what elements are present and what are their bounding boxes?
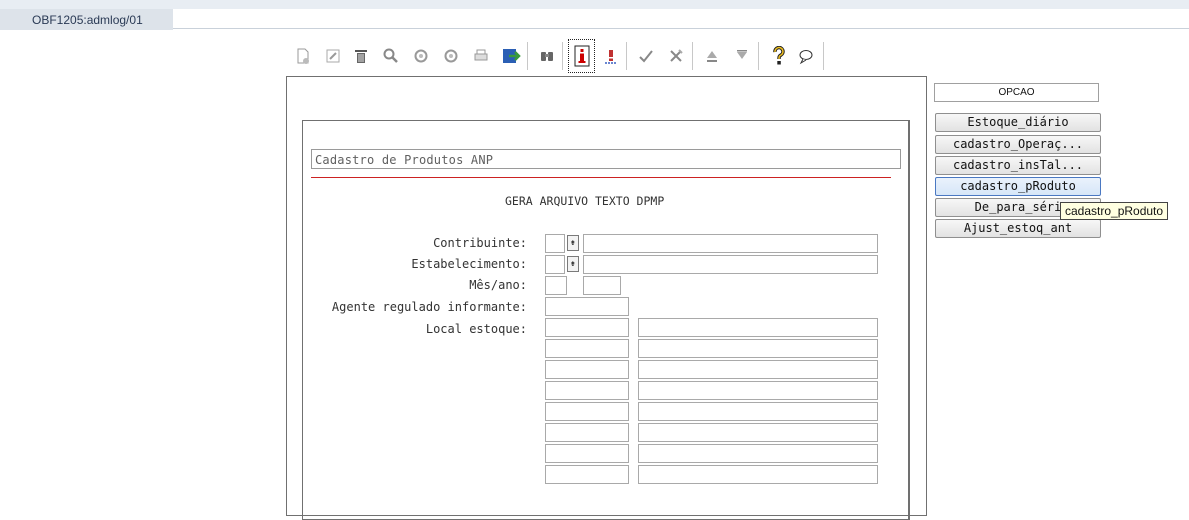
local-estoque-code-input[interactable] xyxy=(545,360,629,379)
comment-icon[interactable] xyxy=(793,38,819,74)
local-estoque-code-input[interactable] xyxy=(545,465,629,484)
option-cadastro-operacao-button[interactable]: cadastro_Operaç... xyxy=(935,135,1101,154)
top-strip xyxy=(0,0,1189,9)
local-estoque-code-input[interactable] xyxy=(545,402,629,421)
ano-input[interactable] xyxy=(583,276,621,295)
print-icon[interactable] xyxy=(468,38,494,74)
tooltip: cadastro_pRoduto xyxy=(1060,202,1169,220)
local-estoque-code-input[interactable] xyxy=(545,381,629,400)
local-estoque-code-input[interactable] xyxy=(545,444,629,463)
toolbar-separator xyxy=(823,42,824,70)
search-icon[interactable] xyxy=(378,38,404,74)
contribuinte-name-input[interactable] xyxy=(583,234,878,253)
agente-input[interactable] xyxy=(545,297,629,316)
toolbar-separator xyxy=(692,42,693,70)
delete-icon[interactable] xyxy=(348,38,374,74)
estabelecimento-code-input[interactable] xyxy=(545,255,565,274)
local-estoque-desc-input[interactable] xyxy=(638,465,878,484)
next-icon[interactable] xyxy=(438,38,464,74)
confirm-icon[interactable] xyxy=(633,38,659,74)
estabelecimento-zoom-button[interactable]: ⇟ xyxy=(567,256,579,272)
option-cadastro-produto-button[interactable]: cadastro_pRoduto xyxy=(935,177,1101,196)
program-title-field: Cadastro de Produtos ANP xyxy=(311,149,901,169)
option-cadastro-instalacao-button[interactable]: cadastro_insTal... xyxy=(935,156,1101,175)
title-underline xyxy=(311,177,891,178)
local-estoque-desc-input[interactable] xyxy=(638,402,878,421)
agente-label: Agente regulado informante: xyxy=(331,300,527,314)
edit-icon[interactable] xyxy=(320,38,346,74)
mes-ano-label: Mês/ano: xyxy=(469,278,527,292)
toolbar-separator xyxy=(758,42,759,70)
local-estoque-desc-input[interactable] xyxy=(638,444,878,463)
zoom-arrow-icon: ⇟ xyxy=(570,237,576,248)
move-down-icon[interactable] xyxy=(729,38,755,74)
option-estoque-diario-button[interactable]: Estoque_diário xyxy=(935,113,1101,132)
option-ajust-estoq-ant-button[interactable]: Ajust_estoq_ant xyxy=(935,219,1101,238)
local-estoque-desc-input[interactable] xyxy=(638,423,878,442)
contribuinte-label: Contribuinte: xyxy=(433,236,527,250)
toolbar-separator xyxy=(562,42,563,70)
toolbar-separator xyxy=(527,42,528,70)
local-estoque-code-input[interactable] xyxy=(545,423,629,442)
local-estoque-desc-input[interactable] xyxy=(638,339,878,358)
toolbar xyxy=(288,38,928,74)
local-estoque-code-input[interactable] xyxy=(545,339,629,358)
cancel-icon[interactable] xyxy=(663,38,689,74)
zoom-arrow-icon: ⇟ xyxy=(570,258,576,269)
import-icon[interactable] xyxy=(498,38,524,74)
toolbar-separator xyxy=(626,42,627,70)
new-icon[interactable] xyxy=(290,38,316,74)
local-estoque-desc-input[interactable] xyxy=(638,360,878,379)
contribuinte-zoom-button[interactable]: ⇟ xyxy=(567,235,579,251)
contribuinte-code-input[interactable] xyxy=(545,234,565,253)
tab-divider xyxy=(173,28,1189,29)
exclamation-icon[interactable] xyxy=(598,38,624,74)
estabelecimento-label: Estabelecimento: xyxy=(411,257,527,271)
info-icon[interactable] xyxy=(568,39,595,73)
local-estoque-desc-input[interactable] xyxy=(638,318,878,337)
estabelecimento-name-input[interactable] xyxy=(583,255,878,274)
local-estoque-desc-input[interactable] xyxy=(638,381,878,400)
local-estoque-label: Local estoque: xyxy=(425,322,527,336)
move-up-icon[interactable] xyxy=(699,38,725,74)
help-icon[interactable] xyxy=(766,38,792,74)
local-estoque-code-input[interactable] xyxy=(545,318,629,337)
window-tab[interactable]: OBF1205:admlog/01 xyxy=(0,9,173,30)
previous-icon[interactable] xyxy=(408,38,434,74)
form-heading: GERA ARQUIVO TEXTO DPMP xyxy=(505,194,665,208)
mes-input[interactable] xyxy=(545,276,567,295)
find-icon[interactable] xyxy=(534,38,560,74)
opcao-header: OPCAO xyxy=(934,83,1099,102)
